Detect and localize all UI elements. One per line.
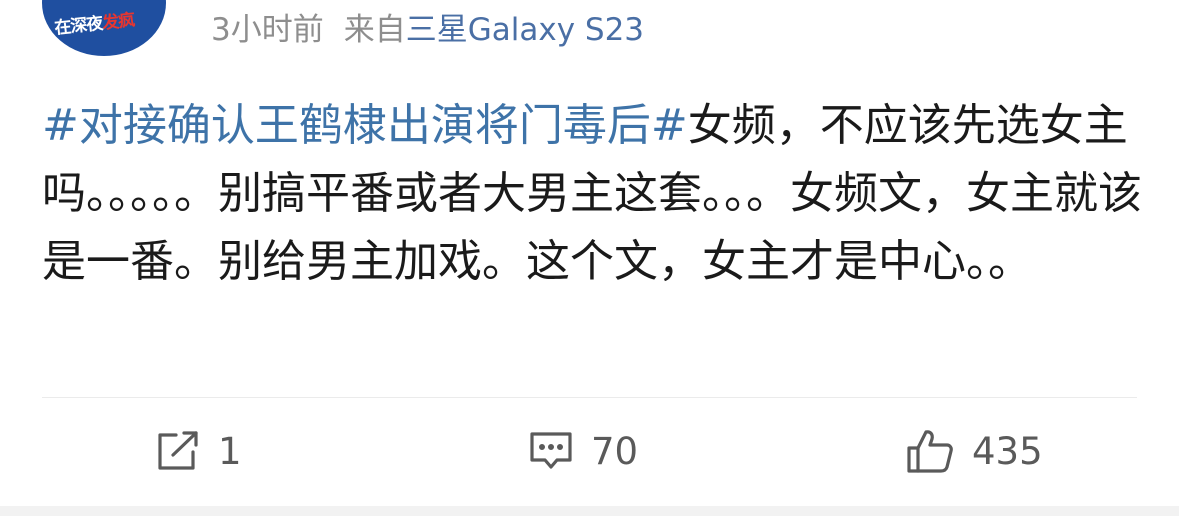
post-time: 3小时前	[211, 12, 324, 48]
avatar-text-white: 在深夜	[53, 13, 104, 39]
post-meta: 3小时前 来自三星Galaxy S23	[211, 8, 644, 52]
comment-count: 70	[591, 429, 639, 473]
like-count: 435	[972, 429, 1043, 473]
like-button[interactable]: 435	[906, 420, 1043, 482]
avatar[interactable]: 在深夜发疯	[42, 0, 166, 56]
repost-count: 1	[218, 429, 242, 473]
thumbs-up-icon	[907, 430, 953, 473]
hashtag-link[interactable]: #对接确认王鹤棣出演将门毒后#	[42, 100, 688, 151]
source-label: 来自	[343, 12, 406, 48]
post-text: #对接确认王鹤棣出演将门毒后#女频，不应该先选女主吗。。。。。别搞平番或者大男主…	[42, 92, 1142, 296]
bottom-separator	[0, 506, 1179, 516]
divider	[42, 397, 1137, 398]
comment-icon	[530, 432, 572, 469]
action-bar: 1 70 435	[0, 420, 1179, 482]
comment-button[interactable]: 70	[529, 420, 638, 482]
device-link[interactable]: 三星Galaxy S23	[406, 12, 644, 48]
repost-icon	[158, 431, 198, 470]
repost-button[interactable]: 1	[156, 420, 242, 482]
avatar-text-red: 发疯	[101, 10, 136, 34]
avatar-text: 在深夜发疯	[53, 2, 165, 38]
